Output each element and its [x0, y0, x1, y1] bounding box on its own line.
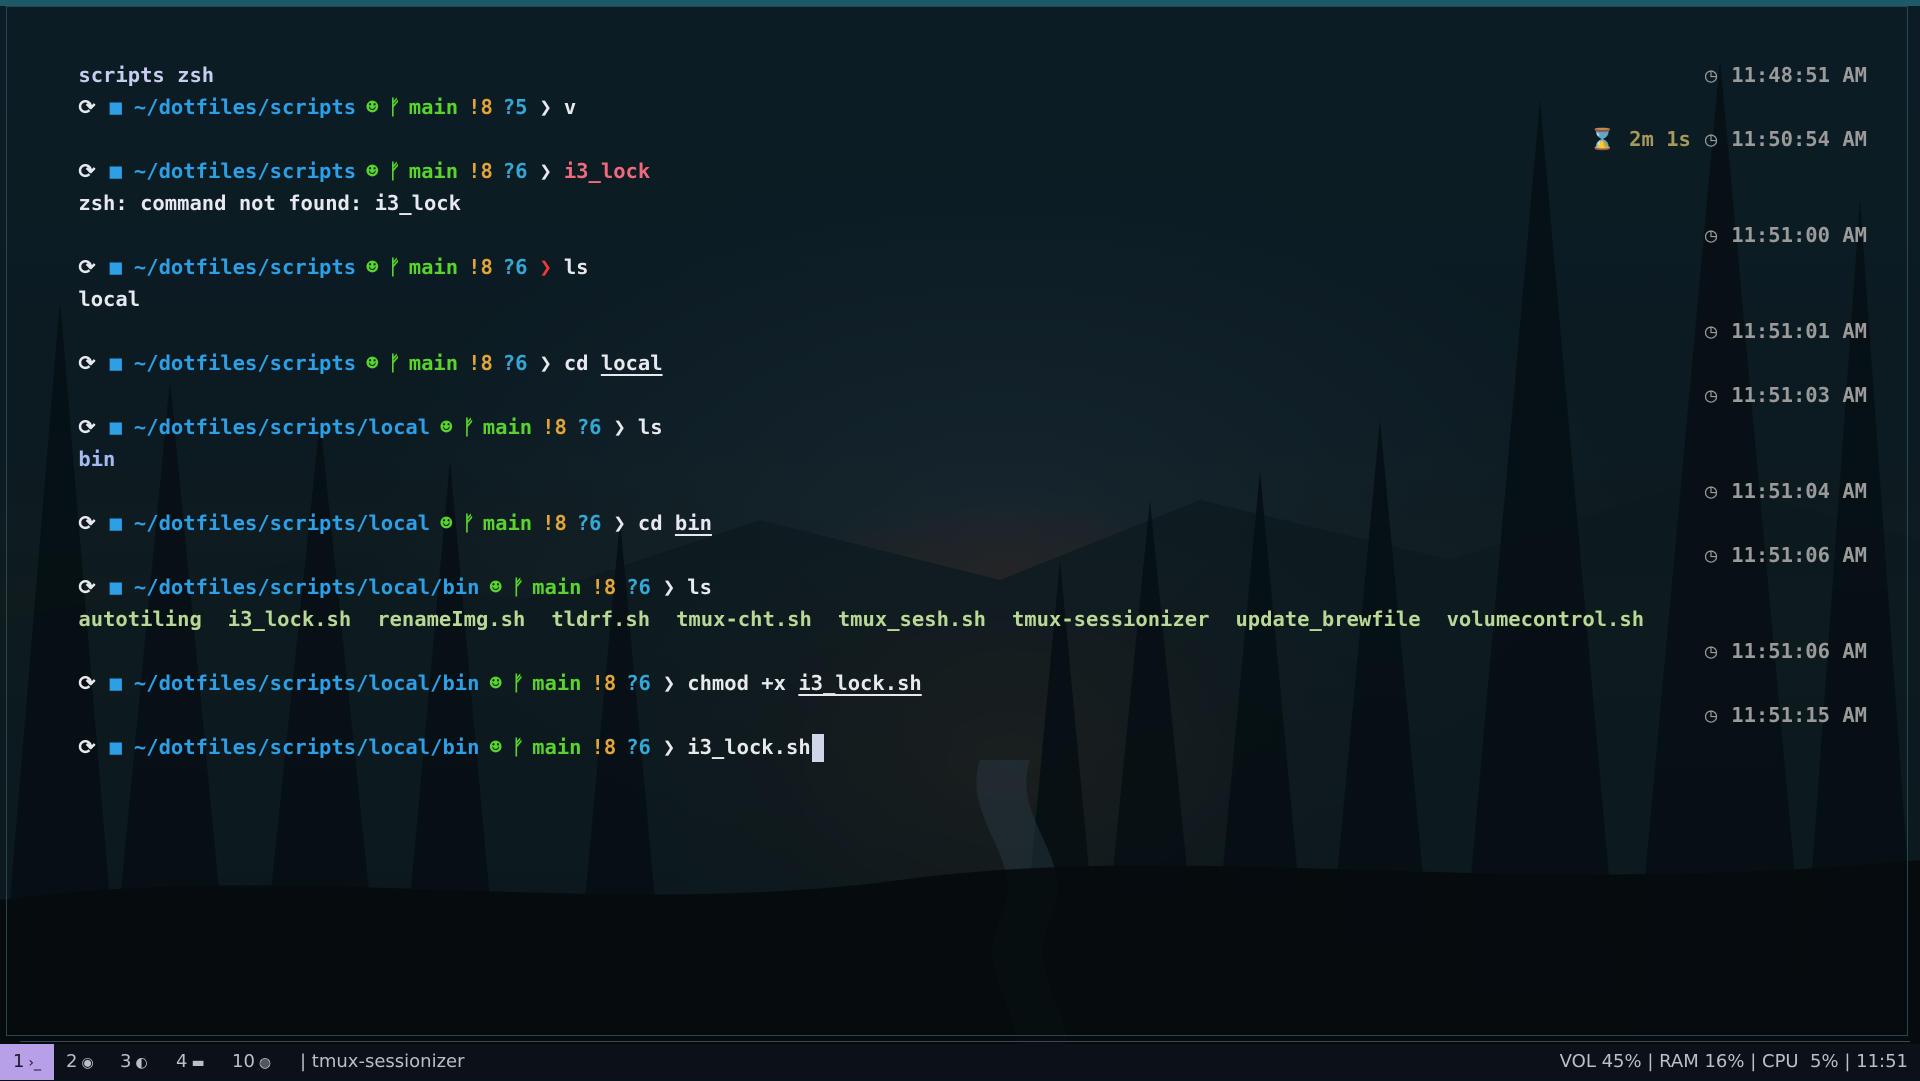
- hourglass-icon: ⌛: [1589, 127, 1616, 151]
- terminal-title: scripts zsh: [78, 63, 215, 87]
- branch-icon: ᚠ: [388, 351, 401, 375]
- prompt-line: ⟳ ■ ~/dotfiles/scripts/local ☻ ᚠ main !8 ?6 ❯ cd …: [29, 475, 1867, 535]
- prompt-icon: ⟳: [78, 671, 96, 695]
- clock-icon: ◷: [1704, 223, 1718, 247]
- github-cat-icon: ☻: [366, 351, 379, 375]
- terminal-window[interactable]: scripts zsh ⟳ ■ ~/dotfiles/scripts ☻ ᚠ main !8…: [6, 6, 1908, 1036]
- output-line: zsh: command not found: i3_lock: [78, 191, 461, 215]
- timestamp: ◷ 11:51:03 AM: [1704, 383, 1867, 407]
- folder-icon: ■: [109, 735, 122, 759]
- clock-icon: ◷: [1704, 479, 1718, 503]
- clock-icon: ◷: [1704, 127, 1718, 151]
- prompt-icon: ⟳: [78, 351, 96, 375]
- text-cursor: [811, 734, 824, 762]
- clock-icon: ◷: [1704, 703, 1718, 727]
- prompt-line: ⟳ ■ ~/dotfiles/scripts/local/bin ☻ ᚠ main !8 ?6…: [29, 539, 1867, 599]
- clock-icon: ◷: [1704, 319, 1718, 343]
- prompt-line: ⟳ ■ ~/dotfiles/scripts/local ☻ ᚠ main !8 ?6 ❯ ls …: [29, 379, 1867, 439]
- prompt-line-current[interactable]: ⟳ ■ ~/dotfiles/scripts/local/bin ☻ ᚠ main !8 ?6…: [29, 699, 1867, 762]
- prompt-arrow-icon: ❯: [539, 351, 552, 375]
- output-line: bin: [78, 447, 116, 471]
- prompt-line: ⟳ ■ ~/dotfiles/scripts ☻ ᚠ main !8 ?6 ❯ i3_lock ⌛…: [29, 123, 1867, 183]
- timestamp: ◷ 11:51:15 AM: [1704, 703, 1867, 727]
- status-bar: 1 ›_ 2 ◉ 3 ◐ 4 ▬ 10 ◍ | tmux-sessionizer VOL …: [0, 1041, 1920, 1080]
- cpu-stat: CPU 5%: [1762, 1051, 1839, 1072]
- browser-icon: ◉: [81, 1055, 94, 1071]
- workspace-2[interactable]: 2 ◉: [66, 1044, 94, 1080]
- ram-stat: RAM 16%: [1659, 1051, 1745, 1072]
- github-cat-icon: ☻: [440, 511, 453, 535]
- output-line: local: [78, 287, 141, 311]
- prompt-line: ⟳ ■ ~/dotfiles/scripts/local/bin ☻ ᚠ main !8 ?6…: [29, 635, 1867, 695]
- prompt-arrow-icon: ❯: [613, 511, 626, 535]
- status-bar-divider: [20, 1041, 1910, 1042]
- github-cat-icon: ☻: [489, 735, 502, 759]
- timestamp: ◷ 11:51:06 AM: [1704, 639, 1867, 663]
- prompt-arrow-icon: ❯: [662, 671, 676, 695]
- clock-icon: ◷: [1704, 63, 1718, 87]
- command-input[interactable]: i3_lock.sh: [687, 735, 810, 759]
- branch-icon: ᚠ: [388, 95, 401, 119]
- clock-icon: ◷: [1704, 639, 1718, 663]
- prompt-line: ⟳ ■ ~/dotfiles/scripts ☻ ᚠ main !8 ?6 ❯ ls ◷ 11:51…: [29, 219, 1867, 279]
- timestamp: ◷ 11:51:04 AM: [1704, 479, 1867, 503]
- timestamp: ◷ 11:51:06 AM: [1704, 543, 1867, 567]
- terminal-icon: ›_: [28, 1055, 42, 1071]
- branch-icon: ᚠ: [511, 735, 525, 759]
- chat-icon: ◐: [135, 1055, 148, 1071]
- prompt-icon: ⟳: [78, 511, 96, 535]
- timestamp: ◷ 11:51:01 AM: [1704, 319, 1867, 343]
- output-line: autotiling i3_lock.sh renameImg.sh tldrf.sh…: [78, 607, 1645, 631]
- timestamp: ⌛ 2m 1s ◷ 11:50:54 AM: [1589, 127, 1867, 151]
- folder-icon: ■: [109, 511, 122, 535]
- branch-icon: ᚠ: [511, 671, 525, 695]
- timestamp: ◷ 11:48:51 AM: [1704, 63, 1867, 87]
- music-icon: ◍: [258, 1055, 272, 1071]
- branch-icon: ᚠ: [462, 511, 475, 535]
- prompt-arrow-icon: ❯: [539, 95, 552, 119]
- github-cat-icon: ☻: [489, 671, 502, 695]
- clock: 11:51: [1856, 1051, 1908, 1072]
- window-title: | tmux-sessionizer: [300, 1051, 465, 1072]
- folder-icon: ■: [109, 351, 122, 375]
- workspace-10[interactable]: 10 ◍: [232, 1044, 271, 1080]
- workspace-1[interactable]: 1 ›_: [0, 1044, 54, 1080]
- prompt-icon: ⟳: [78, 95, 96, 119]
- workspace-3[interactable]: 3 ◐: [120, 1044, 148, 1080]
- github-cat-icon: ☻: [366, 95, 379, 119]
- prompt-line: ⟳ ■ ~/dotfiles/scripts ☻ ᚠ main !8 ?5 ❯ v ◷ 11:48:…: [29, 59, 1867, 119]
- prompt-line: ⟳ ■ ~/dotfiles/scripts ☻ ᚠ main !8 ?6 ❯ cd local …: [29, 315, 1867, 375]
- prompt-arrow-icon: ❯: [662, 735, 676, 759]
- prompt-icon: ⟳: [78, 735, 96, 759]
- workspace-4[interactable]: 4 ▬: [176, 1044, 205, 1080]
- volume-stat[interactable]: VOL 45%: [1560, 1051, 1642, 1072]
- clock-icon: ◷: [1704, 543, 1718, 567]
- system-stats: VOL 45% | RAM 16% | CPU 5% | 11:51: [1559, 1051, 1908, 1072]
- folder-icon: ■: [109, 671, 122, 695]
- clock-icon: ◷: [1704, 383, 1718, 407]
- folder-icon: ▬: [191, 1055, 205, 1071]
- folder-icon: ■: [109, 95, 122, 119]
- timestamp: ◷ 11:51:00 AM: [1704, 223, 1867, 247]
